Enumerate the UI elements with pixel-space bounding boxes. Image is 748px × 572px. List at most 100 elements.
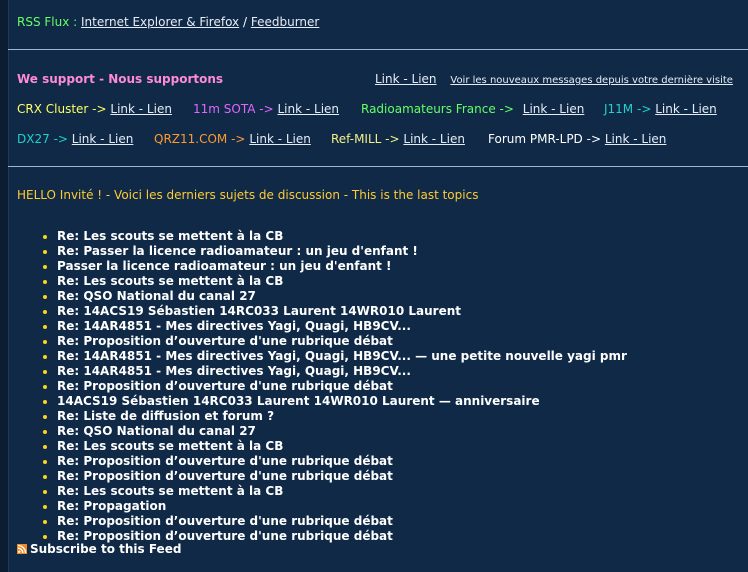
- rss-feed-icon: [17, 544, 27, 554]
- bullet-icon: [43, 475, 47, 479]
- bullet-icon: [43, 385, 47, 389]
- partners-row-2: DX27 -> Link - Lien: [17, 132, 133, 146]
- partner-link-sota[interactable]: Link - Lien: [278, 102, 340, 116]
- partner-qrz11: QRZ11.COM -> Link - Lien: [154, 132, 311, 146]
- topic-link[interactable]: Re: 14ACS19 Sébastien 14RC033 Laurent 14…: [57, 304, 461, 318]
- partner-link-pmr[interactable]: Link - Lien: [605, 132, 667, 146]
- rss-feedburner-link[interactable]: Feedburner: [251, 15, 320, 29]
- bullet-icon: [43, 325, 47, 329]
- topic-item[interactable]: Re: Propagation: [43, 499, 627, 514]
- bullet-icon: [43, 535, 47, 539]
- bullet-icon: [43, 460, 47, 464]
- topic-link[interactable]: Re: Liste de diffusion et forum ?: [57, 409, 274, 423]
- partner-name-radioamateurs: Radioamateurs France: [361, 102, 496, 116]
- topic-link[interactable]: Re: 14AR4851 - Mes directives Yagi, Quag…: [57, 364, 411, 378]
- partner-link-dx27[interactable]: Link - Lien: [72, 132, 134, 146]
- bullet-icon: [43, 280, 47, 284]
- bullet-icon: [43, 370, 47, 374]
- support-link[interactable]: Link - Lien: [375, 72, 437, 86]
- partner-name-dx27: DX27: [17, 132, 50, 146]
- divider-middle: [8, 166, 748, 167]
- support-links: Link - Lien Voir les nouveaux messages d…: [375, 72, 733, 86]
- partner-link-crx[interactable]: Link - Lien: [110, 102, 172, 116]
- topic-item[interactable]: Re: Proposition d’ouverture d'une rubriq…: [43, 514, 627, 529]
- subscribe-link[interactable]: Subscribe to this Feed: [30, 542, 181, 556]
- partner-name-crx: CRX Cluster: [17, 102, 89, 116]
- subscribe-row[interactable]: Subscribe to this Feed: [17, 542, 181, 556]
- topic-item[interactable]: Re: Proposition d’ouverture d'une rubriq…: [43, 469, 627, 484]
- partner-sota: 11m SOTA -> Link - Lien: [193, 102, 339, 116]
- topic-link[interactable]: Re: Proposition d’ouverture d'une rubriq…: [57, 334, 393, 348]
- bullet-icon: [43, 490, 47, 494]
- topic-item[interactable]: Re: Les scouts se mettent à la CB: [43, 274, 627, 289]
- topic-link[interactable]: Re: Les scouts se mettent à la CB: [57, 274, 283, 288]
- rss-separator: /: [242, 15, 248, 29]
- topic-item[interactable]: Re: 14AR4851 - Mes directives Yagi, Quag…: [43, 349, 627, 364]
- topic-item[interactable]: Re: Proposition d’ouverture d'une rubriq…: [43, 334, 627, 349]
- topic-item[interactable]: Re: 14ACS19 Sébastien 14RC033 Laurent 14…: [43, 304, 627, 319]
- partner-arrow: ->: [92, 102, 107, 116]
- bullet-icon: [43, 250, 47, 254]
- partner-name-qrz11: QRZ11.COM: [154, 132, 228, 146]
- topic-item[interactable]: Re: Les scouts se mettent à la CB: [43, 484, 627, 499]
- topic-link[interactable]: Re: Proposition d’ouverture d'une rubriq…: [57, 529, 393, 543]
- topic-link[interactable]: Re: Proposition d’ouverture d'une rubriq…: [57, 379, 393, 393]
- bullet-icon: [43, 445, 47, 449]
- bullet-icon: [43, 355, 47, 359]
- topic-item[interactable]: Re: Proposition d’ouverture d'une rubriq…: [43, 454, 627, 469]
- topic-item[interactable]: Passer la licence radioamateur : un jeu …: [43, 259, 627, 274]
- topic-link[interactable]: Re: Passer la licence radioamateur : un …: [57, 244, 418, 258]
- partner-arrow: ->: [385, 132, 400, 146]
- new-messages-link[interactable]: Voir les nouveaux messages depuis votre …: [450, 75, 733, 86]
- topic-item[interactable]: 14ACS19 Sébastien 14RC033 Laurent 14WR01…: [43, 394, 627, 409]
- topic-link[interactable]: 14ACS19 Sébastien 14RC033 Laurent 14WR01…: [57, 394, 540, 408]
- partners-row-1: CRX Cluster -> Link - Lien: [17, 102, 172, 116]
- topic-item[interactable]: Re: QSO National du canal 27: [43, 289, 627, 304]
- topic-link[interactable]: Re: Les scouts se mettent à la CB: [57, 439, 283, 453]
- topic-link[interactable]: Passer la licence radioamateur : un jeu …: [57, 259, 392, 273]
- bullet-icon: [43, 430, 47, 434]
- topic-link[interactable]: Re: 14AR4851 - Mes directives Yagi, Quag…: [57, 349, 627, 363]
- partner-name-pmr: Forum PMR-LPD: [488, 132, 583, 146]
- topic-item[interactable]: Re: 14AR4851 - Mes directives Yagi, Quag…: [43, 319, 627, 334]
- topic-item[interactable]: Re: QSO National du canal 27: [43, 424, 627, 439]
- topic-link[interactable]: Re: Proposition d’ouverture d'une rubriq…: [57, 469, 393, 483]
- partner-arrow: ->: [499, 102, 514, 116]
- partner-name-refmill: Ref-MILL: [331, 132, 382, 146]
- topic-link[interactable]: Re: Proposition d’ouverture d'une rubriq…: [57, 454, 393, 468]
- partner-link-qrz11[interactable]: Link - Lien: [249, 132, 311, 146]
- partner-arrow: ->: [53, 132, 68, 146]
- partner-link-radioamateurs[interactable]: Link - Lien: [523, 102, 585, 116]
- partner-name-j11m: J11M: [604, 102, 634, 116]
- partner-link-j11m[interactable]: Link - Lien: [655, 102, 717, 116]
- topic-link[interactable]: Re: Les scouts se mettent à la CB: [57, 484, 283, 498]
- partner-arrow: ->: [231, 132, 246, 146]
- topic-link[interactable]: Re: QSO National du canal 27: [57, 289, 256, 303]
- topic-item[interactable]: Re: Les scouts se mettent à la CB: [43, 229, 627, 244]
- topic-item[interactable]: Re: Passer la licence radioamateur : un …: [43, 244, 627, 259]
- bullet-icon: [43, 340, 47, 344]
- rss-row: RSS Flux : Internet Explorer & Firefox /…: [17, 15, 319, 29]
- bullet-icon: [43, 295, 47, 299]
- bullet-icon: [43, 235, 47, 239]
- topic-item[interactable]: Re: Liste de diffusion et forum ?: [43, 409, 627, 424]
- topic-link[interactable]: Re: QSO National du canal 27: [57, 424, 256, 438]
- partner-arrow: ->: [586, 132, 602, 146]
- partner-arrow: ->: [259, 102, 274, 116]
- left-border: [8, 0, 9, 572]
- partner-link-refmill[interactable]: Link - Lien: [403, 132, 465, 146]
- partner-radioamateurs: Radioamateurs France -> Link - Lien: [361, 102, 584, 116]
- topics-list: Re: Les scouts se mettent à la CB Re: Pa…: [17, 229, 627, 544]
- bullet-icon: [43, 415, 47, 419]
- topic-item[interactable]: Re: Les scouts se mettent à la CB: [43, 439, 627, 454]
- topic-link[interactable]: Re: Propagation: [57, 499, 166, 513]
- rss-ie-firefox-link[interactable]: Internet Explorer & Firefox: [81, 15, 239, 29]
- topic-link[interactable]: Re: Proposition d’ouverture d'une rubriq…: [57, 514, 393, 528]
- hello-text: HELLO Invité ! - Voici les derniers suje…: [17, 188, 479, 202]
- topic-item[interactable]: Re: Proposition d’ouverture d'une rubriq…: [43, 379, 627, 394]
- topic-link[interactable]: Re: Les scouts se mettent à la CB: [57, 229, 283, 243]
- bullet-icon: [43, 310, 47, 314]
- bullet-icon: [43, 400, 47, 404]
- topic-link[interactable]: Re: 14AR4851 - Mes directives Yagi, Quag…: [57, 319, 411, 333]
- topic-item[interactable]: Re: 14AR4851 - Mes directives Yagi, Quag…: [43, 364, 627, 379]
